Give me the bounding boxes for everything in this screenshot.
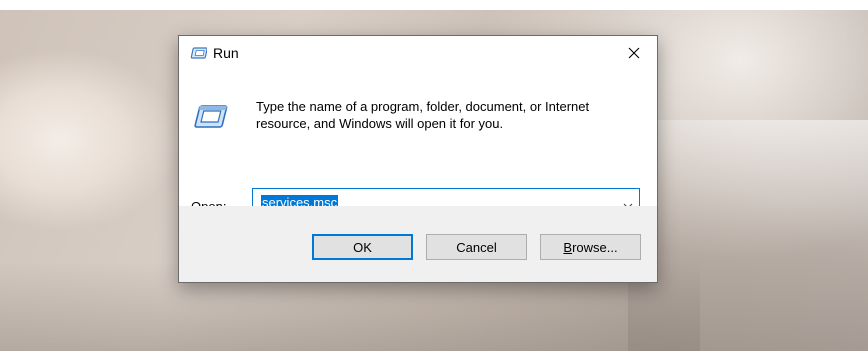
title-bar[interactable]: Run [179, 36, 657, 70]
dialog-body: Type the name of a program, folder, docu… [179, 70, 657, 233]
top-edge [0, 0, 868, 10]
close-icon [628, 47, 640, 59]
close-button[interactable] [611, 36, 657, 70]
ok-button[interactable]: OK [312, 234, 413, 260]
cancel-button[interactable]: Cancel [426, 234, 527, 260]
dialog-footer: OK Cancel Browse... [179, 206, 657, 282]
dialog-description: Type the name of a program, folder, docu… [256, 99, 590, 131]
run-icon [190, 47, 208, 65]
run-dialog: Run Type the name of a program, folder, … [178, 35, 658, 283]
browse-button[interactable]: Browse... [540, 234, 641, 260]
run-icon [192, 102, 228, 137]
dialog-title: Run [213, 45, 239, 61]
desktop-background: Run Type the name of a program, folder, … [0, 0, 868, 351]
